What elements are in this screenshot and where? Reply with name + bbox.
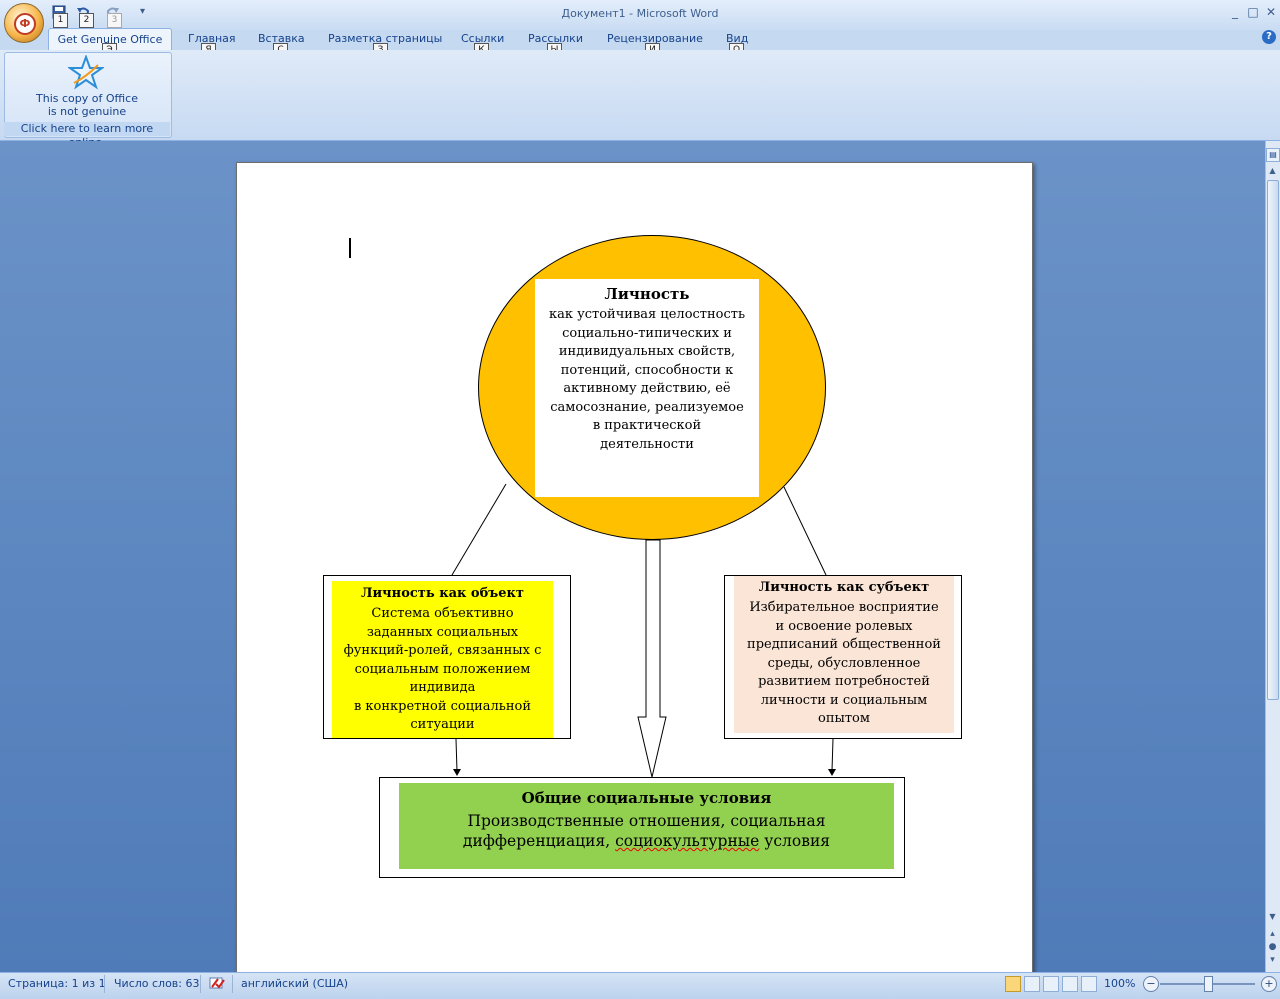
ribbon	[0, 50, 1280, 141]
subject-body: Избирательное восприятие и освоение роле…	[734, 599, 954, 729]
arrow-subject-to-general	[831, 738, 834, 772]
status-separator	[232, 975, 233, 993]
general-line-1: Производственные отношения, социальная	[467, 812, 826, 830]
personality-line: социально-типических и	[562, 325, 732, 341]
general-conditions-title: Общие социальные условия	[521, 789, 772, 807]
learn-more-link[interactable]: Click here to learn more online.	[4, 122, 170, 149]
subject-line: и освоение ролевых	[775, 618, 913, 634]
proofing-icon[interactable]	[208, 975, 226, 991]
arrowhead-left	[453, 769, 461, 776]
object-body: Система объективно заданных социальных ф…	[332, 605, 553, 735]
personality-line: деятельности	[600, 436, 694, 452]
close-icon[interactable]: ✕	[1262, 4, 1280, 20]
object-line: Система объективно	[371, 606, 514, 621]
status-language[interactable]: английский (США)	[241, 977, 348, 990]
help-icon[interactable]: ?	[1262, 30, 1276, 44]
window-title: Документ1 - Microsoft Word	[561, 7, 719, 20]
personality-line: индивидуальных свойств,	[558, 344, 736, 359]
personality-line: потенций, способности к	[560, 362, 734, 378]
print-layout-icon[interactable]	[1005, 976, 1021, 992]
subject-line: Избирательное восприятие	[749, 600, 939, 615]
object-line: социальным положением	[354, 661, 531, 677]
subject-line: опытом	[818, 711, 870, 726]
personality-body: как устойчивая целостность социально-тип…	[545, 306, 749, 454]
outline-icon[interactable]	[1062, 976, 1078, 992]
genuine-line-1: This copy of Office	[36, 92, 138, 105]
object-line: ситуации	[410, 717, 475, 732]
zoom-slider-thumb[interactable]	[1204, 976, 1213, 992]
block-arrow-down	[637, 539, 667, 778]
subject-line: среды, обусловленное	[767, 655, 921, 671]
spelling-error-word[interactable]: социокультурные	[615, 832, 759, 850]
status-page[interactable]: Страница: 1 из 1	[8, 977, 106, 990]
maximize-icon[interactable]: □	[1244, 4, 1262, 20]
object-line: заданных социальных	[366, 624, 519, 640]
connector-line-right	[783, 486, 827, 576]
personality-title: Личность	[604, 285, 690, 303]
connector-line-left	[451, 483, 507, 576]
office-logo-icon: Ф	[14, 13, 36, 35]
subject-line: развитием потребностей	[758, 674, 930, 689]
subject-title: Личность как субъект	[758, 580, 930, 595]
arrow-object-to-general	[455, 738, 458, 772]
personality-line: как устойчивая целостность	[548, 307, 746, 322]
object-title: Личность как объект	[361, 586, 524, 601]
draft-icon[interactable]	[1081, 976, 1097, 992]
full-screen-reading-icon[interactable]	[1024, 976, 1040, 992]
minimize-icon[interactable]: _	[1226, 4, 1244, 20]
personality-line: активному действию, её	[563, 381, 731, 396]
zoom-out-icon[interactable]: −	[1143, 976, 1159, 992]
subject-line: предписаний общественной	[747, 637, 941, 652]
object-line: в конкретной социальной	[353, 698, 532, 714]
subject-line: личности и социальным	[760, 692, 928, 708]
zoom-in-icon[interactable]: +	[1261, 976, 1277, 992]
prev-page-icon[interactable]: ▴ ● ▾	[1267, 928, 1278, 967]
general-line-2: дифференциация, социокультурные условия	[399, 831, 894, 851]
status-word-count[interactable]: Число слов: 63	[114, 977, 200, 990]
zoom-level[interactable]: 100%	[1104, 977, 1135, 990]
general-line-2a: дифференциация,	[462, 832, 616, 850]
object-line: функций-ролей, связанных с	[343, 643, 542, 658]
general-conditions-body: Производственные отношения, социальная д…	[399, 811, 894, 851]
genuine-message: This copy of Office is not genuine	[4, 92, 170, 118]
personality-line: в практической	[592, 418, 702, 433]
object-line: индивида	[409, 680, 476, 695]
status-separator	[200, 975, 201, 993]
office-button[interactable]: Ф	[4, 3, 44, 43]
scroll-down-icon[interactable]: ▼	[1267, 912, 1278, 921]
personality-line: самосознание, реализуемое	[550, 399, 744, 415]
scroll-up-icon[interactable]: ▲	[1267, 166, 1278, 176]
status-separator	[104, 975, 105, 993]
arrowhead-right	[828, 769, 836, 776]
general-line-2c: условия	[759, 832, 831, 850]
scrollbar-thumb[interactable]	[1267, 180, 1279, 700]
genuine-star-icon	[68, 55, 104, 90]
view-ruler-icon[interactable]: ▤	[1266, 148, 1280, 162]
genuine-line-2: is not genuine	[47, 105, 127, 118]
web-layout-icon[interactable]	[1043, 976, 1059, 992]
